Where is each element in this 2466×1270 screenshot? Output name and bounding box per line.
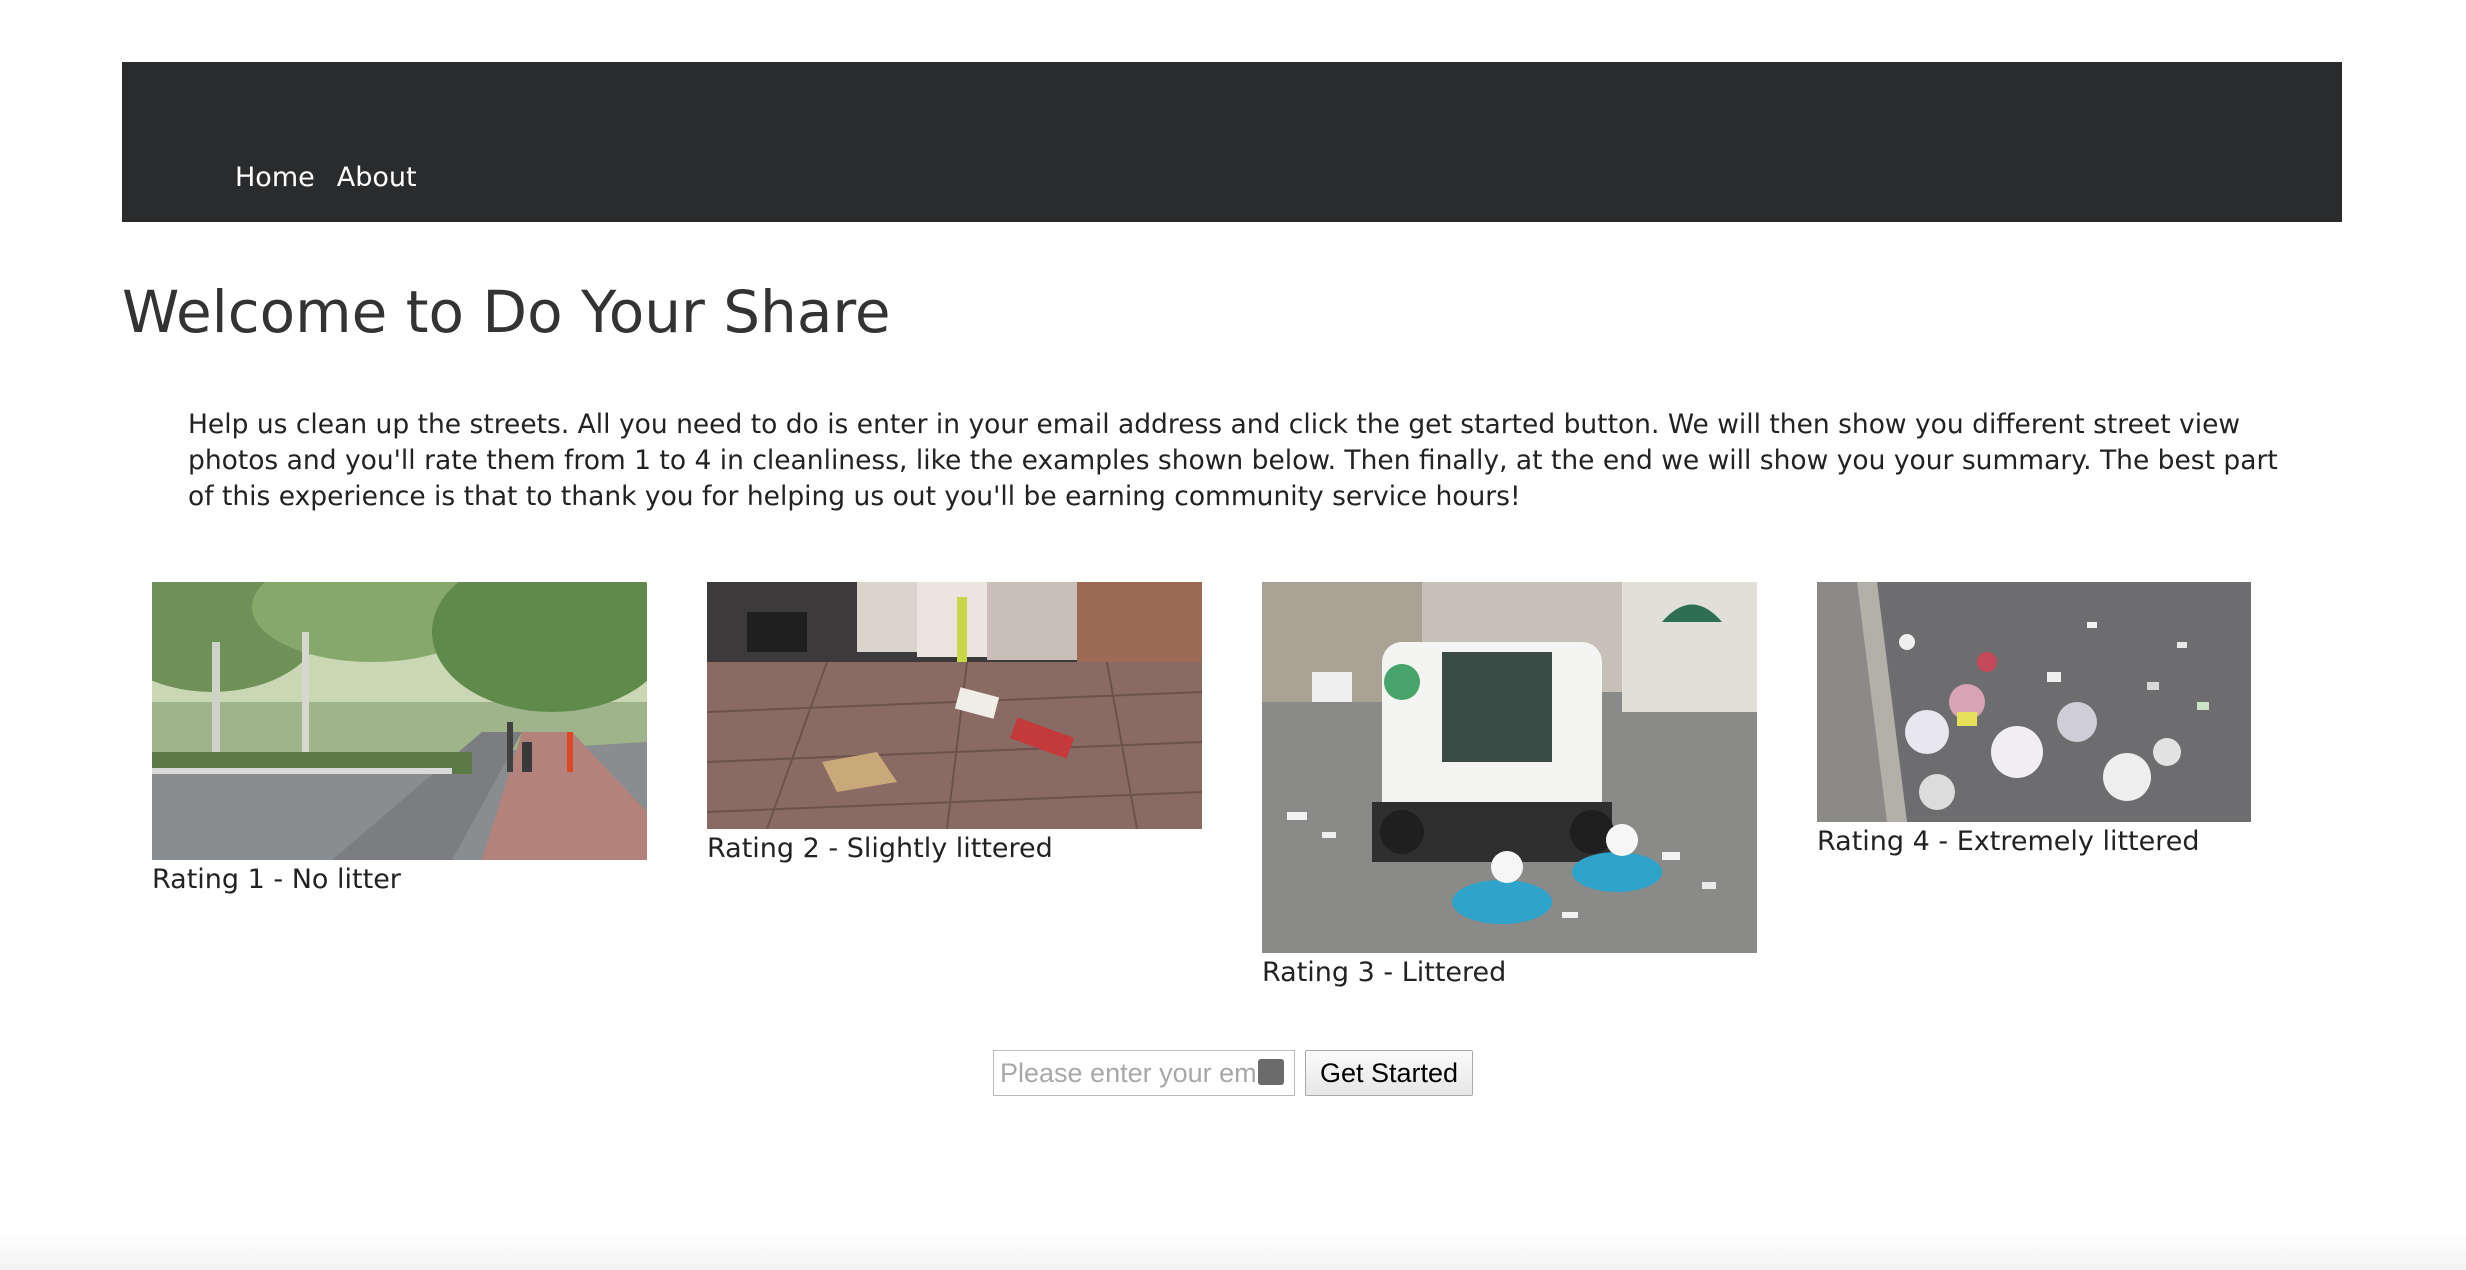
littered-street-sweeper-photo — [1262, 582, 1757, 953]
example-rating-4: Rating 4 - Extremely littered — [1817, 582, 2251, 860]
nav-links: Home About — [235, 158, 417, 198]
clean-street-photo — [152, 582, 647, 860]
get-started-button[interactable]: Get Started — [1305, 1050, 1474, 1096]
keychain-autofill-icon[interactable] — [1258, 1059, 1284, 1085]
intro-paragraph: Help us clean up the streets. All you ne… — [188, 409, 2278, 512]
example-caption: Rating 2 - Slightly littered — [707, 833, 1053, 864]
example-caption: Rating 1 - No litter — [152, 864, 401, 895]
example-rating-2: Rating 2 - Slightly littered — [707, 582, 1202, 867]
nav-about-link[interactable]: About — [337, 158, 417, 198]
signup-form: Get Started — [993, 1050, 1474, 1096]
email-input[interactable] — [994, 1051, 1276, 1095]
page-title: Welcome to Do Your Share — [122, 278, 891, 346]
extremely-littered-curb-photo — [1817, 582, 2251, 822]
example-rating-3: Rating 3 - Littered — [1262, 582, 1757, 991]
top-navbar: Home About — [122, 62, 2342, 222]
slightly-littered-plaza-photo — [707, 582, 1202, 829]
example-caption: Rating 3 - Littered — [1262, 957, 1507, 988]
email-field-wrapper — [993, 1050, 1295, 1096]
example-caption: Rating 4 - Extremely littered — [1817, 826, 2200, 857]
nav-home-link[interactable]: Home — [235, 158, 315, 198]
example-rating-1: Rating 1 - No litter — [152, 582, 647, 898]
